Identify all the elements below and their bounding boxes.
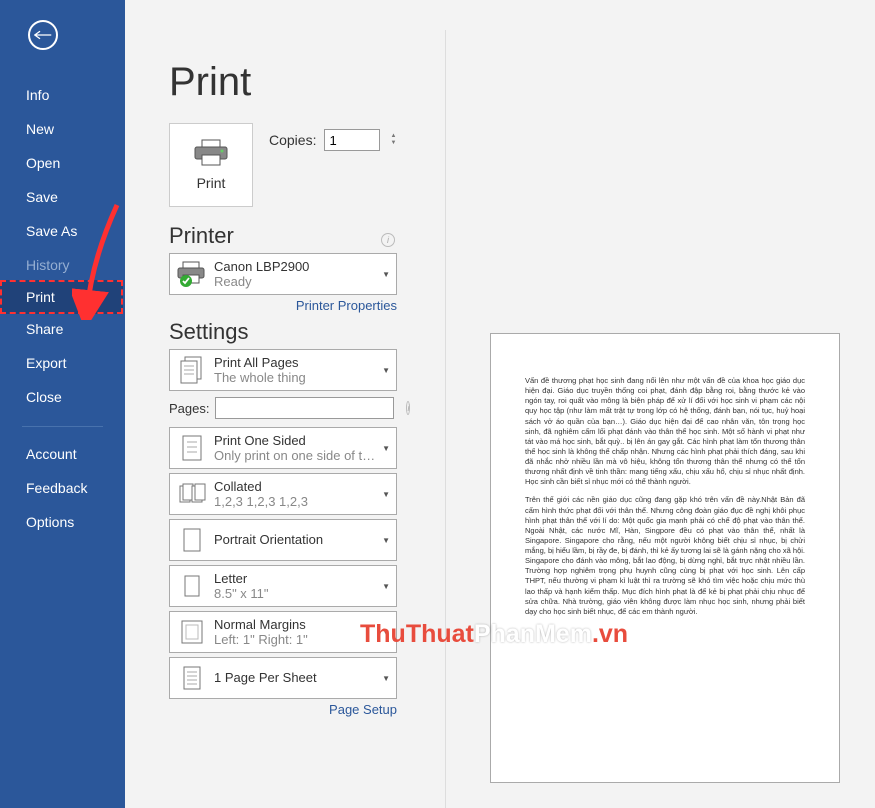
pages-input[interactable]: [215, 397, 394, 419]
info-icon[interactable]: i: [381, 233, 395, 247]
collated-icon: [176, 478, 208, 510]
per-sheet-icon: [176, 662, 208, 694]
collate-dropdown[interactable]: Collated 1,2,3 1,2,3 1,2,3 ▼: [169, 473, 397, 515]
dd-sub: The whole thing: [214, 370, 378, 385]
printer-dropdown[interactable]: Canon LBP2900 Ready ▼: [169, 253, 397, 295]
dd-label: Letter: [214, 571, 378, 586]
page-title: Print: [169, 60, 875, 105]
info-icon[interactable]: i: [406, 401, 410, 415]
printer-status: Ready: [214, 274, 378, 289]
orientation-dropdown[interactable]: Portrait Orientation ▼: [169, 519, 397, 561]
printer-heading: Printer: [169, 223, 234, 249]
nav-options[interactable]: Options: [0, 505, 125, 539]
paper-icon: [176, 570, 208, 602]
dd-label: Collated: [214, 479, 378, 494]
pages-icon: [176, 354, 208, 386]
print-button-label: Print: [197, 175, 226, 191]
copies-label: Copies:: [269, 132, 316, 148]
print-preview: Vấn đề thương phạt học sinh đang nổi lên…: [490, 333, 840, 783]
margins-icon: [176, 616, 208, 648]
one-sided-icon: [176, 432, 208, 464]
copies-spinner[interactable]: ▲▼: [388, 133, 398, 147]
nav-export[interactable]: Export: [0, 346, 125, 380]
chevron-down-icon: ▼: [382, 582, 390, 591]
preview-divider: [445, 30, 446, 808]
dd-sub: Left: 1" Right: 1": [214, 632, 378, 647]
page-setup-link[interactable]: Page Setup: [169, 702, 397, 717]
paper-size-dropdown[interactable]: Letter 8.5" x 11" ▼: [169, 565, 397, 607]
nav-save-as[interactable]: Save As: [0, 214, 125, 248]
print-range-dropdown[interactable]: Print All Pages The whole thing ▼: [169, 349, 397, 391]
printer-properties-link[interactable]: Printer Properties: [169, 298, 397, 313]
dd-label: Print All Pages: [214, 355, 378, 370]
chevron-down-icon: ▼: [382, 490, 390, 499]
nav-feedback[interactable]: Feedback: [0, 471, 125, 505]
printer-name: Canon LBP2900: [214, 259, 378, 274]
chevron-down-icon: ▼: [382, 628, 390, 637]
chevron-down-icon: ▼: [382, 366, 390, 375]
margins-dropdown[interactable]: Normal Margins Left: 1" Right: 1" ▼: [169, 611, 397, 653]
nav-close[interactable]: Close: [0, 380, 125, 414]
nav-save[interactable]: Save: [0, 180, 125, 214]
sides-dropdown[interactable]: Print One Sided Only print on one side o…: [169, 427, 397, 469]
dd-sub: 8.5" x 11": [214, 586, 378, 601]
pages-label: Pages:: [169, 401, 209, 416]
copies-input[interactable]: [324, 129, 380, 151]
dd-label: Normal Margins: [214, 617, 378, 632]
nav-share[interactable]: Share: [0, 312, 125, 346]
nav-new[interactable]: New: [0, 112, 125, 146]
dd-label: 1 Page Per Sheet: [214, 667, 378, 689]
dd-label: Print One Sided: [214, 433, 378, 448]
chevron-down-icon: ▼: [382, 536, 390, 545]
preview-paragraph: Vấn đề thương phạt học sinh đang nổi lên…: [525, 376, 805, 487]
nav-open[interactable]: Open: [0, 146, 125, 180]
print-button[interactable]: Print: [169, 123, 253, 207]
preview-paragraph: Trên thế giới các nền giáo dục cũng đang…: [525, 495, 805, 617]
back-button[interactable]: [28, 20, 58, 50]
printer-ready-icon: [176, 258, 208, 290]
pages-per-sheet-dropdown[interactable]: 1 Page Per Sheet ▼: [169, 657, 397, 699]
nav-info[interactable]: Info: [0, 78, 125, 112]
nav-history: History: [0, 248, 125, 282]
dd-sub: Only print on one side of th…: [214, 448, 378, 463]
printer-icon: [194, 139, 228, 167]
nav-account[interactable]: Account: [0, 437, 125, 471]
chevron-down-icon: ▼: [382, 444, 390, 453]
dd-sub: 1,2,3 1,2,3 1,2,3: [214, 494, 378, 509]
backstage-sidebar: Info New Open Save Save As History Print…: [0, 0, 125, 808]
nav-print[interactable]: Print: [0, 280, 123, 314]
chevron-down-icon: ▼: [382, 674, 390, 683]
nav-divider: [22, 426, 103, 427]
portrait-icon: [176, 524, 208, 556]
chevron-down-icon: ▼: [382, 270, 390, 279]
dd-label: Portrait Orientation: [214, 529, 378, 551]
